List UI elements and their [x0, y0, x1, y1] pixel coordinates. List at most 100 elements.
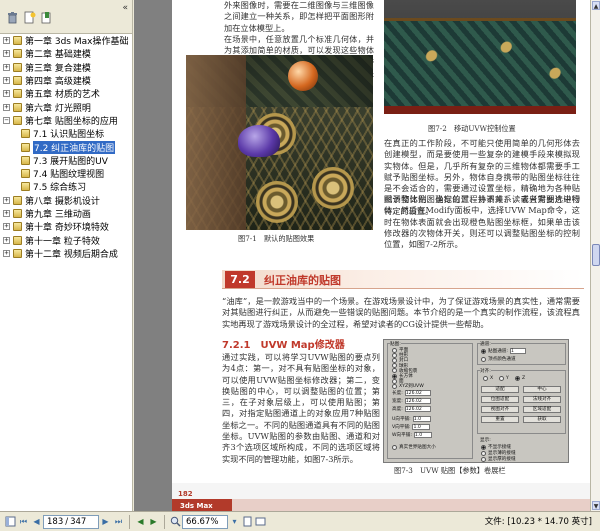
- bookmark-item[interactable]: + 第二章 基础建模: [0, 47, 132, 60]
- scroll-down-arrow-icon[interactable]: ▼: [592, 501, 600, 510]
- bookmark-icon: [21, 169, 30, 179]
- go-forward-icon[interactable]: ▶: [147, 515, 160, 528]
- height-spinner[interactable]: 126.02: [404, 406, 431, 412]
- bookmark-item[interactable]: 7.5 综合练习: [0, 180, 132, 193]
- bookmark-item[interactable]: 7.1 认识贴图坐标: [0, 127, 132, 140]
- bookmark-icon: [13, 89, 22, 99]
- display-option-radio[interactable]: [481, 444, 486, 450]
- bookmark-item[interactable]: + 第五章 材质的艺术: [0, 87, 132, 100]
- scroll-up-arrow-icon[interactable]: ▲: [592, 1, 600, 10]
- bookmark-item[interactable]: + 第三章 复合建模: [0, 61, 132, 74]
- bookmark-label: 第五章 材质的艺术: [25, 90, 100, 101]
- map-channel-radio[interactable]: [481, 348, 486, 354]
- bookmark-item[interactable]: + 第八章 摄影机设计: [0, 194, 132, 207]
- fit-width-icon[interactable]: [254, 515, 267, 528]
- axis-radio[interactable]: [483, 376, 488, 381]
- current-page-value: 183: [47, 516, 64, 527]
- zoom-icon[interactable]: [169, 515, 182, 528]
- map-channel-spinner[interactable]: 1: [509, 348, 526, 354]
- last-page-icon[interactable]: ⏭: [112, 515, 125, 528]
- go-back-icon[interactable]: ◀: [134, 515, 147, 528]
- next-page-icon[interactable]: ▶: [99, 515, 112, 528]
- bookmark-item[interactable]: 7.2 纠正油库的贴图: [0, 140, 132, 154]
- mapping-option[interactable]: XYZ到UVW: [392, 383, 424, 389]
- u-tile-spinner[interactable]: 1.0: [412, 416, 431, 422]
- navigation-pane-icon[interactable]: [4, 515, 17, 528]
- orange-sphere: [288, 61, 318, 91]
- bookmark-icon: [21, 155, 30, 165]
- figure-7-1-caption: 图7-1 默认的贴图效果: [238, 234, 315, 243]
- alignment-button[interactable]: 重置: [481, 416, 519, 423]
- previous-page-icon[interactable]: ◀: [30, 515, 43, 528]
- delete-bookmark-icon[interactable]: [6, 9, 19, 23]
- section-heading: 7.2 纠正油库的贴图: [222, 270, 584, 289]
- alignment-axis[interactable]: Z: [515, 376, 525, 381]
- bookmark-item[interactable]: − 第七章 贴图坐标的应用: [0, 114, 132, 127]
- display-option-radio[interactable]: [481, 450, 486, 456]
- expand-icon[interactable]: +: [3, 50, 10, 58]
- alignment-axis[interactable]: Y: [499, 376, 509, 381]
- bookmark-item[interactable]: + 第四章 高级建模: [0, 74, 132, 87]
- bookmark-tree: + 第一章 3ds Max操作基础 + 第二章 基础建模 + 第三章 复合建模 + 第四章 高…: [0, 33, 132, 511]
- zoom-input[interactable]: 66.67%: [182, 514, 228, 529]
- scrollbar-thumb[interactable]: [592, 244, 600, 266]
- bookmark-item[interactable]: + 第一章 3ds Max操作基础: [0, 34, 132, 47]
- expand-icon[interactable]: +: [3, 223, 10, 231]
- collapse-pane-button[interactable]: «: [122, 3, 128, 13]
- v-tile-spinner[interactable]: 1.0: [412, 424, 431, 430]
- rug-medallion: [256, 181, 298, 223]
- document-view[interactable]: 外来图像时，需要在二维图像与三维图像之间建立一种关系，即怎样把平面图形附加在立体…: [134, 0, 600, 511]
- axis-radio[interactable]: [515, 376, 520, 381]
- bookmark-item[interactable]: 7.4 贴图纹理视图: [0, 167, 132, 180]
- bookmarks-pane: « + 第一章 3ds Max操作基础 + 第二章 基础建模 + 第三章 复合建模 + 第四章…: [0, 0, 133, 511]
- length-spinner[interactable]: 126.02: [404, 390, 431, 396]
- collapse-icon[interactable]: −: [3, 116, 10, 124]
- figure-edge: [384, 106, 576, 114]
- display-option-radio[interactable]: [481, 456, 486, 462]
- axis-label: Z: [522, 376, 526, 381]
- expand-icon[interactable]: +: [3, 63, 10, 71]
- bookmark-options-icon[interactable]: [40, 9, 53, 23]
- vertex-color-radio[interactable]: [481, 356, 486, 362]
- expand-icon[interactable]: +: [3, 236, 10, 244]
- axis-radio[interactable]: [499, 376, 504, 381]
- w-tile-spinner[interactable]: 1.0: [413, 432, 432, 438]
- bookmark-icon: [13, 62, 22, 72]
- alignment-button[interactable]: 位图适配: [481, 396, 519, 403]
- page-separator: /: [65, 516, 69, 527]
- alignment-button[interactable]: 法线对齐: [523, 396, 561, 403]
- width-spinner[interactable]: 126.02: [404, 398, 431, 404]
- alignment-button[interactable]: 区域适配: [523, 406, 561, 413]
- page-number: 182: [178, 490, 193, 498]
- vertical-scrollbar[interactable]: ▲ ▼: [590, 0, 600, 511]
- expand-icon[interactable]: +: [3, 103, 10, 111]
- bookmark-item[interactable]: + 第十一章 粒子特效: [0, 233, 132, 247]
- first-page-icon[interactable]: ⏮: [17, 515, 30, 528]
- zoom-dropdown-icon[interactable]: ▾: [228, 515, 241, 528]
- fit-page-icon[interactable]: [241, 515, 254, 528]
- mapping-option-radio[interactable]: [392, 383, 397, 389]
- bookmark-item[interactable]: + 第九章 三维动画: [0, 207, 132, 220]
- new-bookmark-icon[interactable]: [23, 9, 36, 23]
- bookmark-item[interactable]: 7.3 展开贴图的UV: [0, 154, 132, 167]
- bookmark-item[interactable]: + 第十二章 视频后期合成: [0, 247, 132, 260]
- alignment-button[interactable]: 中心: [523, 386, 561, 393]
- bookmark-item[interactable]: + 第十章 奇妙环境特效: [0, 220, 132, 233]
- expand-icon[interactable]: +: [3, 210, 10, 217]
- bookmark-label: 第二章 基础建模: [25, 50, 91, 61]
- page-footer: 182 3ds Max: [172, 483, 590, 511]
- expand-icon[interactable]: +: [3, 196, 10, 204]
- alignment-button[interactable]: 视图对齐: [481, 406, 519, 413]
- page-number-input[interactable]: 183 / 347: [43, 514, 99, 529]
- alignment-axis[interactable]: X: [483, 376, 493, 381]
- expand-icon[interactable]: +: [3, 90, 10, 98]
- real-world-checkbox[interactable]: [392, 444, 397, 450]
- alignment-button[interactable]: 适配: [481, 386, 519, 393]
- expand-icon[interactable]: +: [3, 77, 10, 85]
- expand-icon[interactable]: +: [3, 37, 10, 45]
- expand-icon[interactable]: +: [3, 249, 10, 257]
- alignment-button[interactable]: 获取: [523, 416, 561, 423]
- display-option[interactable]: 显示厚的接缝: [481, 456, 516, 462]
- bookmark-item[interactable]: + 第六章 灯光照明: [0, 100, 132, 114]
- subsection-heading: 7.2.1 UVW Map修改器: [222, 336, 345, 351]
